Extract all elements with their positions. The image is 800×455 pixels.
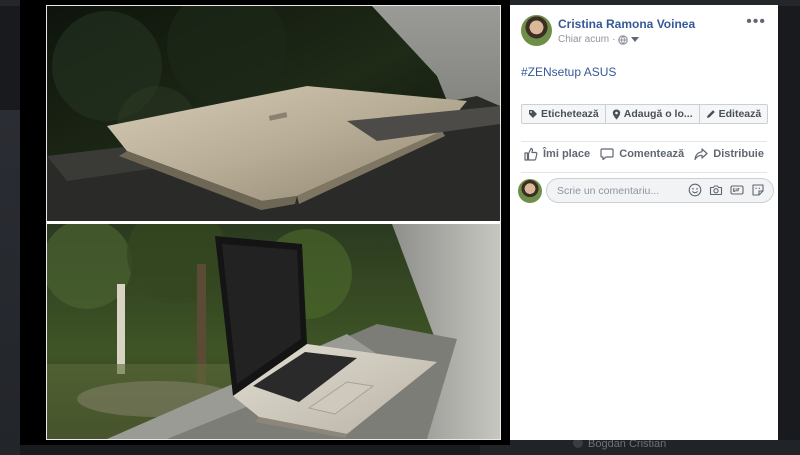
share-button[interactable]: Distribuie bbox=[694, 147, 764, 161]
comment-input[interactable] bbox=[557, 183, 682, 199]
comment-label: Comentează bbox=[619, 148, 685, 160]
pencil-icon bbox=[706, 110, 715, 118]
add-location-button[interactable]: Adaugă o lo... bbox=[606, 105, 700, 123]
tag-photo-button[interactable]: Etichetează bbox=[522, 105, 606, 123]
thumbs-up-icon bbox=[524, 147, 538, 161]
comment-attachment-icons bbox=[688, 183, 765, 197]
laptop-open-photo[interactable] bbox=[47, 224, 500, 439]
post-timestamp[interactable]: Chiar acum bbox=[558, 34, 609, 45]
post-text-hashtag[interactable]: #ZENsetup ASUS bbox=[521, 65, 616, 79]
sticker-icon[interactable] bbox=[751, 183, 765, 197]
location-pin-icon bbox=[612, 109, 620, 119]
camera-icon[interactable] bbox=[709, 183, 723, 197]
photo-collage bbox=[46, 5, 501, 440]
tag-photo-label: Etichetează bbox=[541, 108, 599, 120]
post-side-panel: Cristina Ramona Voinea Chiar acum · ••• … bbox=[510, 5, 778, 440]
reaction-bar: Îmi place Comentează Distribuie bbox=[524, 147, 764, 161]
share-arrow-icon bbox=[694, 148, 708, 161]
globe-icon[interactable] bbox=[618, 34, 629, 45]
like-label: Îmi place bbox=[543, 148, 591, 160]
divider bbox=[521, 141, 767, 142]
speech-bubble-icon bbox=[600, 148, 614, 161]
divider bbox=[521, 172, 767, 173]
photo-viewer-stage[interactable] bbox=[20, 0, 510, 445]
share-label: Distribuie bbox=[713, 148, 764, 160]
tag-icon bbox=[529, 110, 537, 118]
laptop-closed-photo[interactable] bbox=[47, 6, 500, 221]
comment-composer[interactable] bbox=[546, 178, 774, 203]
more-options-icon[interactable]: ••• bbox=[746, 13, 766, 31]
commenter-avatar bbox=[518, 179, 542, 203]
background-feed-edge bbox=[0, 110, 20, 455]
emoji-icon[interactable] bbox=[688, 183, 702, 197]
gif-icon[interactable] bbox=[730, 183, 744, 197]
author-avatar[interactable] bbox=[521, 15, 552, 46]
post-meta: Chiar acum · bbox=[558, 34, 640, 45]
meta-separator: · bbox=[612, 34, 616, 45]
photo-actions-toolbar: Etichetează Adaugă o lo... Editează bbox=[521, 104, 769, 124]
comment-button[interactable]: Comentează bbox=[600, 147, 684, 161]
add-location-label: Adaugă o lo... bbox=[623, 108, 693, 120]
author-name-link[interactable]: Cristina Ramona Voinea bbox=[558, 17, 695, 31]
edit-photo-label: Editează bbox=[718, 108, 762, 120]
edit-photo-button[interactable]: Editează bbox=[700, 105, 768, 123]
audience-dropdown-caret-icon[interactable] bbox=[631, 36, 640, 43]
like-button[interactable]: Îmi place bbox=[524, 147, 590, 161]
